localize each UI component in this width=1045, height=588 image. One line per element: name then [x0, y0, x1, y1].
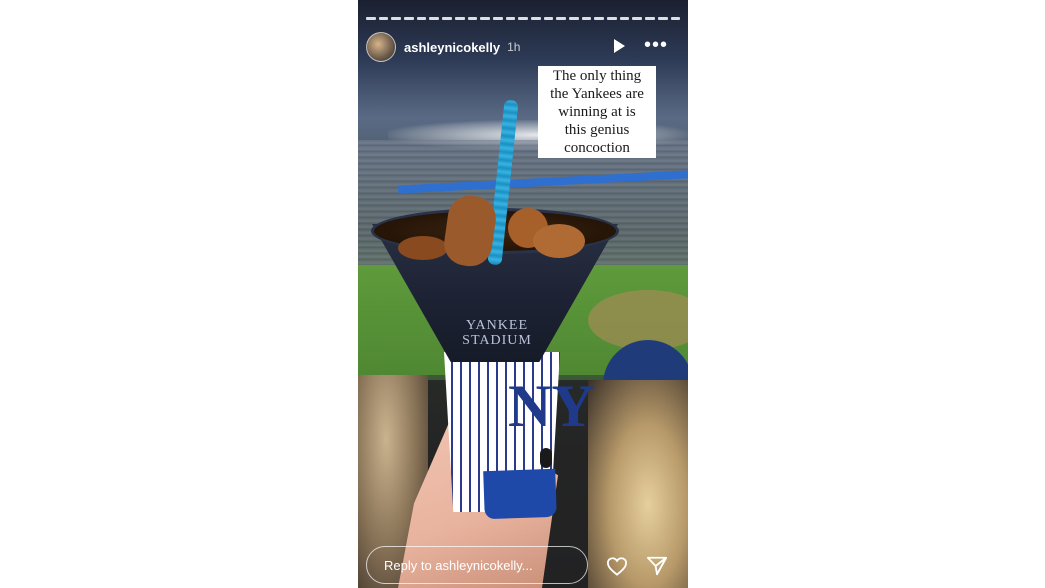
progress-segment — [607, 17, 617, 20]
reply-input[interactable]: Reply to ashleynicokelly... — [366, 546, 588, 584]
story-caption: The only thing the Yankees are winning at … — [538, 66, 656, 158]
cup-logo: NY — [508, 373, 595, 439]
cup-base — [483, 468, 557, 520]
caption-line: winning at is — [558, 104, 636, 120]
caption-line: the Yankees are — [550, 86, 644, 102]
progress-segment — [543, 17, 554, 20]
progress-segment — [670, 17, 681, 20]
progress-segment — [645, 17, 655, 20]
play-icon[interactable] — [614, 39, 625, 53]
progress-segment — [581, 17, 592, 20]
story-viewer: NY YANKEE STADIUM ashleynicokelly 1h •••… — [358, 0, 688, 588]
food-piece — [533, 224, 585, 258]
progress-segment — [416, 17, 427, 20]
progress-segment — [569, 17, 579, 20]
progress-segment — [505, 17, 516, 20]
story-progress-bar — [366, 17, 681, 20]
progress-segment — [518, 17, 528, 20]
progress-segment — [391, 17, 402, 20]
progress-segment — [530, 17, 541, 20]
progress-segment — [404, 17, 414, 20]
progress-segment — [480, 17, 490, 20]
progress-segment — [619, 17, 630, 20]
reply-placeholder: Reply to ashleynicokelly... — [384, 557, 533, 573]
fingernail — [540, 448, 552, 468]
progress-segment — [429, 17, 440, 20]
username[interactable]: ashleynicokelly — [404, 40, 500, 55]
caption-line: this genius — [564, 122, 630, 138]
caption-line: The only thing — [552, 68, 642, 84]
cup-text: YANKEE STADIUM — [442, 318, 552, 348]
heart-icon[interactable] — [606, 556, 628, 576]
progress-segment — [454, 17, 465, 20]
progress-segment — [442, 17, 452, 20]
crowd-right — [588, 380, 688, 588]
cup-text-line1: YANKEE — [466, 318, 528, 333]
cup-text-line2: STADIUM — [462, 333, 532, 348]
food-piece — [398, 236, 448, 260]
send-icon[interactable] — [646, 555, 668, 577]
avatar[interactable] — [366, 32, 396, 62]
more-options-icon[interactable]: ••• — [644, 35, 668, 55]
progress-segment — [556, 17, 566, 20]
progress-segment — [492, 17, 503, 20]
progress-segment — [657, 17, 668, 20]
timestamp: 1h — [507, 40, 521, 54]
progress-segment — [467, 17, 478, 20]
progress-segment — [594, 17, 605, 20]
caption-line: concoction — [564, 140, 630, 156]
progress-segment — [366, 17, 376, 20]
progress-segment — [632, 17, 643, 20]
progress-segment — [378, 17, 389, 20]
story-header: ashleynicokelly 1h ••• — [366, 31, 680, 63]
